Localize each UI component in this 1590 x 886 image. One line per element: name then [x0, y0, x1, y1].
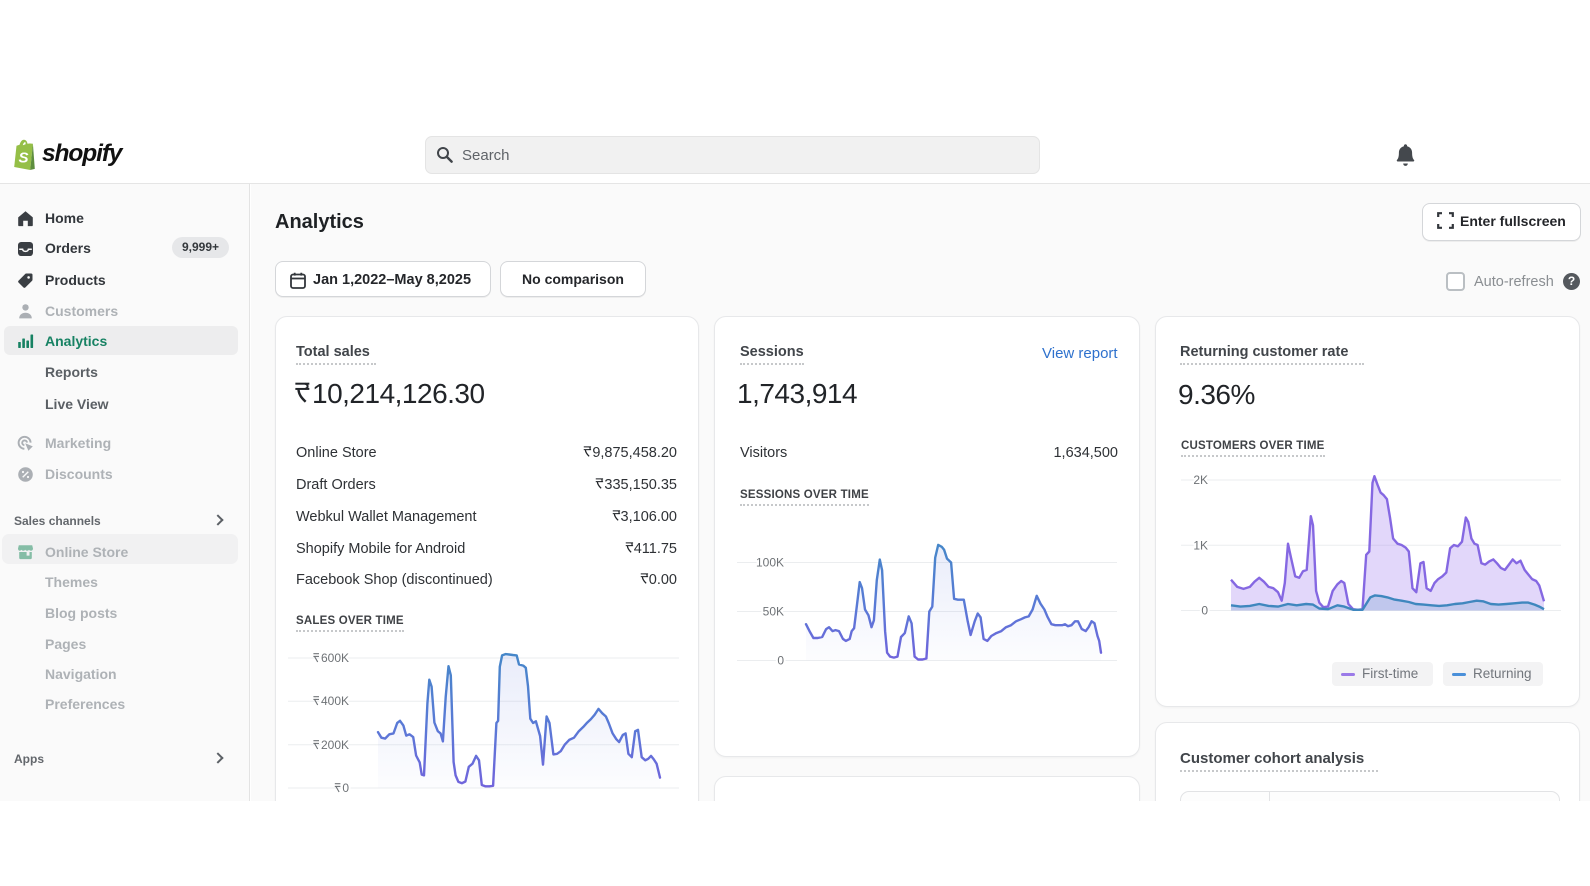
svg-text:100K: 100K [756, 556, 784, 570]
svg-text:1K: 1K [1193, 538, 1208, 552]
svg-text:0: 0 [1201, 604, 1208, 618]
svg-text:S: S [19, 150, 29, 167]
svg-text:400K: 400K [321, 694, 349, 708]
svg-text:600K: 600K [321, 651, 349, 665]
svg-text:200K: 200K [321, 738, 349, 752]
svg-text:0: 0 [777, 654, 784, 668]
svg-text:50K: 50K [763, 605, 784, 619]
svg-text:2K: 2K [1193, 473, 1208, 487]
svg-text:0: 0 [342, 781, 349, 795]
